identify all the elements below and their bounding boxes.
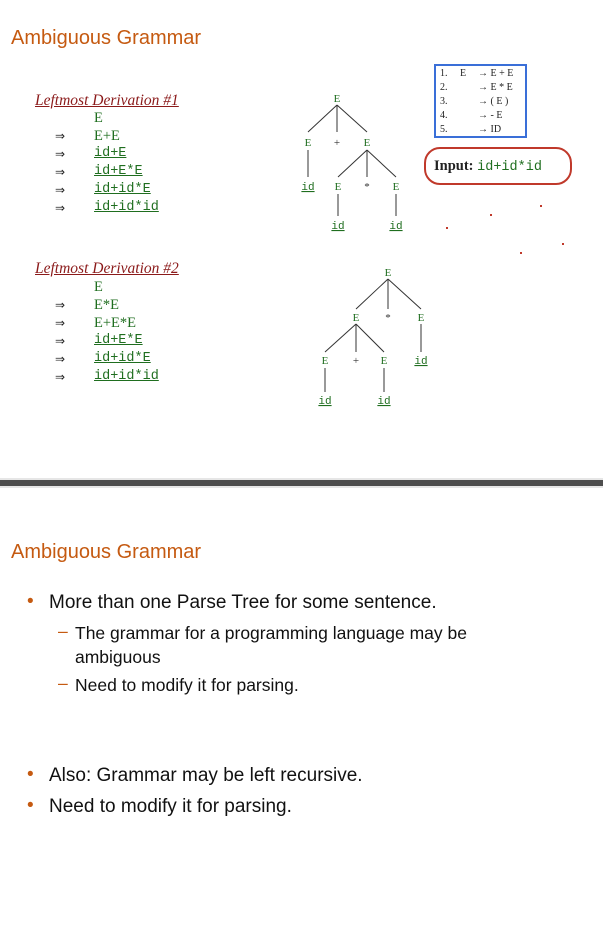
tree2-leaf-id-3: id — [377, 396, 390, 408]
speck — [540, 205, 542, 207]
rule-rhs: → ( E ) — [478, 96, 509, 107]
derivation-form: id+E*E — [94, 164, 143, 179]
rule-lhs: E — [460, 68, 467, 79]
speck — [446, 227, 448, 229]
sub-bullet-text: The grammar for a programming language m… — [75, 623, 467, 667]
derivation-form: E*E — [94, 297, 119, 313]
rule-number: 5. — [440, 124, 448, 135]
tree2-node-plus: + — [353, 355, 359, 367]
tree1-node-star: * — [364, 181, 370, 193]
derivation-form: id+E — [94, 146, 127, 161]
tree1-leaf-id-1: id — [301, 182, 314, 194]
bullet-dot-icon: • — [27, 591, 34, 612]
tree2-node-e-right: E — [418, 312, 425, 324]
derivation-1-start: E — [94, 110, 103, 126]
input-callout: Input: id+id*id — [424, 147, 572, 185]
rule-number: 2. — [440, 82, 448, 93]
derives-arrow-icon: ⇒ — [55, 147, 66, 161]
rule-rhs: → E * E — [478, 82, 513, 93]
tree2-leaf-id-1: id — [414, 356, 427, 368]
derivation-2-heading: Leftmost Derivation #2 — [35, 260, 179, 277]
derives-arrow-icon: ⇒ — [55, 201, 66, 215]
slide-2: Ambiguous Grammar • More than one Parse … — [0, 488, 603, 928]
derivation-form: id+id*id — [94, 200, 159, 215]
grammar-rules-box: 1. E → E + E 2. → E * E 3. → ( E ) 4. → … — [434, 64, 527, 138]
input-label: Input: id+id*id — [434, 158, 542, 175]
speck — [562, 243, 564, 245]
speck — [490, 214, 492, 216]
slide-title: Ambiguous Grammar — [11, 27, 202, 49]
tree1-node-plus: + — [334, 137, 340, 149]
rule-number: 4. — [440, 110, 448, 121]
derives-arrow-icon: ⇒ — [55, 370, 66, 384]
tree1-root: E — [334, 93, 341, 105]
derivation-2-start: E — [94, 279, 103, 295]
derivation-form: id+id*E — [94, 351, 151, 366]
rule-rhs: → ID — [478, 124, 502, 135]
tree2-node-e-low-right: E — [381, 355, 388, 367]
speck — [520, 252, 522, 254]
tree2-node-star: * — [385, 312, 391, 324]
tree1-node-e-right: E — [364, 137, 371, 149]
rule-rhs: → E + E — [478, 68, 514, 79]
tree1-node-e-left: E — [305, 137, 312, 149]
sub-bullet-dash-icon: – — [58, 621, 68, 641]
derives-arrow-icon: ⇒ — [55, 298, 66, 312]
derives-arrow-icon: ⇒ — [55, 183, 66, 197]
bullet-text: Need to modify it for parsing. — [49, 796, 292, 817]
derives-arrow-icon: ⇒ — [55, 334, 66, 348]
tree2-node-e-left: E — [353, 312, 360, 324]
bullet-dot-icon: • — [27, 795, 34, 816]
derivation-1-heading: Leftmost Derivation #1 — [35, 92, 179, 109]
derivation-form: E+E — [94, 128, 120, 144]
bullet-text: More than one Parse Tree for some senten… — [49, 592, 437, 613]
derivation-form: E+E*E — [94, 315, 136, 331]
bullet-text: Also: Grammar may be left recursive. — [49, 765, 363, 786]
tree2-root: E — [385, 267, 392, 279]
derives-arrow-icon: ⇒ — [55, 165, 66, 179]
derives-arrow-icon: ⇒ — [55, 316, 66, 330]
tree2-node-e-low-left: E — [322, 355, 329, 367]
tree1-leaf-id-3: id — [389, 221, 402, 233]
derivation-form: id+id*id — [94, 369, 159, 384]
bullet-dot-icon: • — [27, 764, 34, 785]
sub-bullet-dash-icon: – — [58, 673, 68, 693]
input-value: id+id*id — [477, 160, 542, 175]
derivation-form: id+E*E — [94, 333, 143, 348]
input-label-text: Input: — [434, 158, 474, 174]
tree1-leaf-id-2: id — [331, 221, 344, 233]
rule-number: 1. — [440, 68, 448, 79]
parse-tree-2: E E * E E + E id id id — [318, 267, 427, 408]
tree1-node-e-low-left: E — [335, 181, 342, 193]
parse-tree-1: E E + E id E * E id id — [301, 93, 402, 233]
derives-arrow-icon: ⇒ — [55, 129, 66, 143]
rule-rhs: → - E — [478, 110, 503, 121]
slide-1: Ambiguous Grammar Leftmost Derivation #1… — [0, 0, 603, 478]
derives-arrow-icon: ⇒ — [55, 352, 66, 366]
derivation-form: id+id*E — [94, 182, 151, 197]
slide-divider — [0, 478, 603, 488]
rule-number: 3. — [440, 96, 448, 107]
slide-title: Ambiguous Grammar — [11, 541, 202, 563]
sub-bullet-text: Need to modify it for parsing. — [75, 675, 299, 695]
tree2-leaf-id-2: id — [318, 396, 331, 408]
tree1-node-e-low-right: E — [393, 181, 400, 193]
